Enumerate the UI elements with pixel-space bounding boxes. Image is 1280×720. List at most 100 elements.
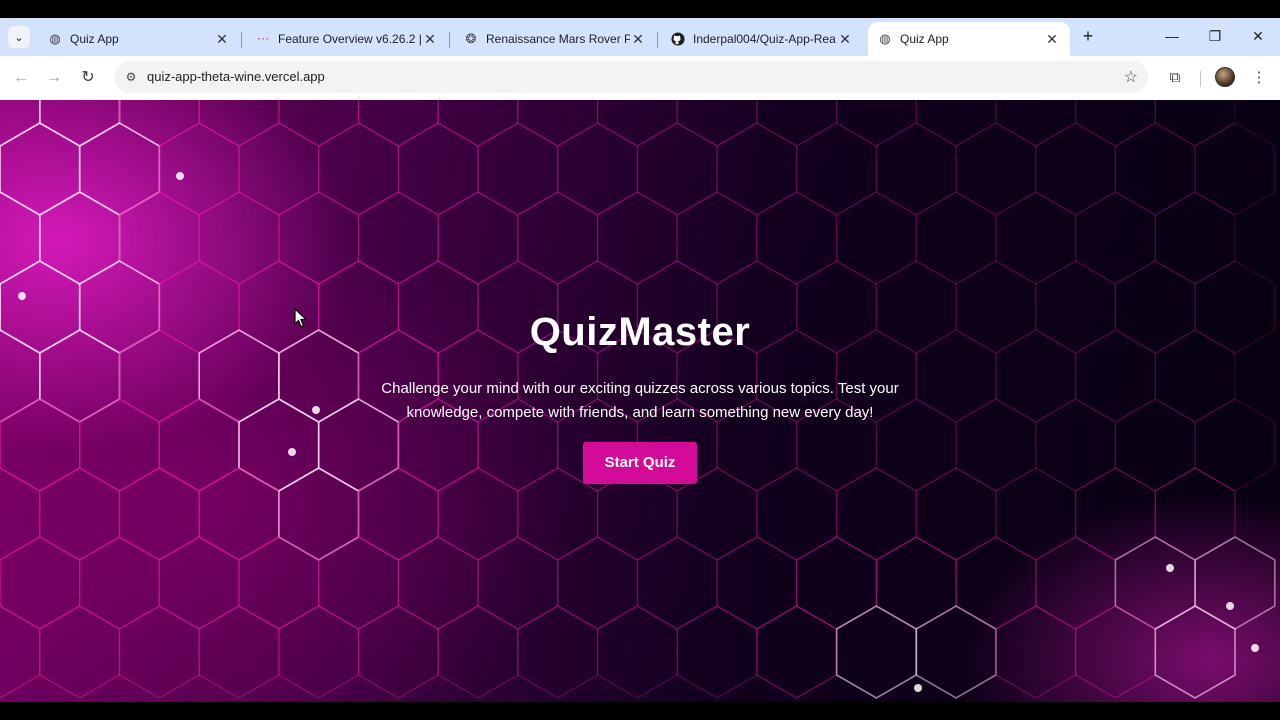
hexagon-cell: [1035, 536, 1117, 630]
hexagon-cell: [238, 536, 320, 630]
hexagon-cell: [1074, 191, 1156, 285]
site-settings-icon[interactable]: ⚙: [122, 68, 140, 86]
hexagon-cell: [1074, 467, 1156, 561]
hexagon-cell: [1074, 100, 1156, 147]
hexagon-cell: [79, 398, 160, 492]
hexagon-cell: [158, 398, 240, 492]
hexagon-cell: [796, 536, 878, 630]
hexagon-cell: [915, 191, 997, 285]
hexagon-cell: [995, 605, 1077, 699]
close-icon[interactable]: ✕: [837, 31, 853, 48]
tab-2[interactable]: ❂ Renaissance Mars Rover Pa ✕: [454, 22, 656, 56]
tab-strip: ⌄ ◍ Quiz App ✕ ⋯ Feature Overview v6.26.…: [0, 18, 1280, 56]
hexagon-cell: [596, 100, 678, 147]
hexagon-cell: [1114, 260, 1196, 354]
tab-separator: [657, 32, 658, 48]
hexagon-cell: [756, 100, 838, 147]
mouse-cursor-icon: [294, 308, 308, 328]
tab-separator: [241, 32, 242, 48]
hexagon-cell: [716, 536, 798, 630]
hexagon-cell: [1114, 536, 1196, 630]
hexagon-cell: [517, 605, 599, 699]
new-tab-icon[interactable]: +: [1078, 26, 1098, 46]
forward-icon[interactable]: →: [43, 67, 65, 89]
close-icon[interactable]: ✕: [1044, 31, 1060, 48]
hexagon-cell: [118, 467, 200, 561]
glow-node: [1251, 644, 1259, 652]
url-text[interactable]: quiz-app-theta-wine.vercel.app: [147, 69, 325, 84]
tab-4-active[interactable]: ◍ Quiz App ✕: [868, 22, 1070, 56]
quiz-landing-page: QuizMaster Challenge your mind with our …: [0, 100, 1280, 702]
hexagon-cell: [78, 260, 161, 354]
hexagon-cell: [756, 605, 838, 699]
menu-dots-icon[interactable]: ⋮: [1248, 67, 1270, 89]
tab-3[interactable]: Inderpal004/Quiz-App-Rea ✕: [661, 22, 863, 56]
hexagon-cell: [397, 536, 479, 630]
glow-node: [1166, 564, 1174, 572]
hexagon-cell: [1154, 191, 1236, 285]
hexagon-cell: [198, 100, 280, 147]
profile-avatar[interactable]: [1215, 67, 1235, 87]
hexagon-cell: [995, 329, 1077, 423]
close-icon[interactable]: ✕: [422, 31, 438, 48]
hexagon-cell: [517, 100, 599, 147]
hexagon-cell: [0, 467, 41, 561]
tab-0[interactable]: ◍ Quiz App ✕: [38, 22, 240, 56]
hexagon-cell: [875, 122, 957, 216]
globe-icon: ◍: [879, 31, 891, 46]
hexagon-cell: [0, 100, 41, 147]
hexagon-cell: [278, 191, 360, 285]
back-icon[interactable]: ←: [10, 67, 32, 89]
hexagon-cell: [1114, 122, 1196, 216]
tab-search-button[interactable]: ⌄: [8, 26, 30, 48]
hexagon-cell: [0, 191, 41, 285]
glow-node: [312, 406, 320, 414]
hexagon-cell: [437, 605, 519, 699]
hexagon-cell: [596, 191, 678, 285]
chatgpt-icon: ❂: [465, 31, 477, 46]
tab-1[interactable]: ⋯ Feature Overview v6.26.2 | R ✕: [246, 22, 448, 56]
hexagon-cell: [676, 191, 758, 285]
hexagon-cell: [1194, 122, 1276, 216]
hexagon-cell: [915, 100, 997, 147]
close-icon[interactable]: ✕: [214, 31, 230, 48]
glow-node: [176, 172, 184, 180]
hexagon-cell: [1194, 260, 1276, 354]
tab-separator: [449, 32, 450, 48]
hexagon-cell: [357, 100, 439, 147]
hexagon-cell: [0, 536, 81, 630]
address-bar[interactable]: ⚙ quiz-app-theta-wine.vercel.app ☆: [114, 61, 1148, 93]
tab-title: Feature Overview v6.26.2 | R: [278, 32, 422, 46]
hexagon-cell: [995, 467, 1077, 561]
hexagon-cell: [1154, 467, 1236, 561]
start-quiz-button[interactable]: Start Quiz: [583, 442, 697, 484]
bookmark-star-icon[interactable]: ☆: [1124, 67, 1138, 87]
hexagon-cell: [1074, 605, 1156, 699]
hexagon-cell: [318, 536, 400, 630]
hexagon-cell: [636, 536, 718, 630]
toolbar-divider: [1200, 71, 1201, 87]
close-icon[interactable]: ✕: [630, 31, 646, 48]
hexagon-cell: [0, 605, 41, 699]
minimize-icon[interactable]: —: [1160, 26, 1184, 46]
hexagon-cell: [318, 122, 400, 216]
hexagon-cell: [835, 605, 918, 699]
extensions-icon[interactable]: ⧉: [1164, 67, 1186, 89]
hexagon-cell: [158, 536, 240, 630]
window-close-icon[interactable]: ✕: [1246, 26, 1270, 46]
hexagon-cell: [357, 191, 439, 285]
hexagon-cell: [118, 100, 200, 147]
globe-icon: ◍: [49, 31, 61, 46]
reload-icon[interactable]: ↻: [77, 67, 99, 89]
hexagon-cell: [676, 605, 758, 699]
hexagon-cell: [596, 605, 678, 699]
chevron-down-icon: ⌄: [14, 31, 24, 44]
hexagon-cell: [835, 100, 917, 147]
hexagon-cell: [397, 122, 479, 216]
hexagon-cell: [238, 260, 320, 354]
hexagon-cell: [437, 191, 519, 285]
restore-icon[interactable]: ❐: [1203, 26, 1227, 46]
hexagon-cell: [1154, 329, 1236, 423]
hexagon-cell: [238, 122, 320, 216]
tab-title: Renaissance Mars Rover Pa: [486, 32, 630, 46]
